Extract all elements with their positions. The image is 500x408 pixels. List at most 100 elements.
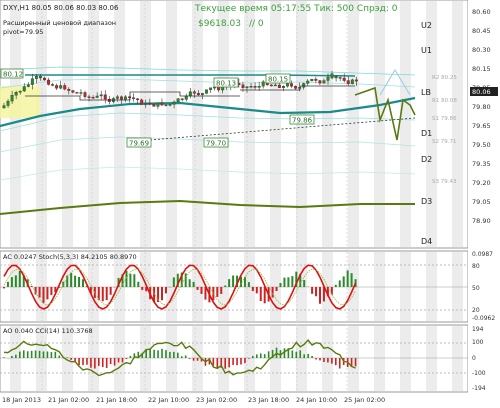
svg-text:80.13: 80.13 — [216, 80, 236, 88]
price-axis-label: 79.65 — [472, 122, 491, 130]
cci-bar — [165, 350, 167, 358]
candle-body — [172, 101, 176, 105]
price-label-box: 79.70 — [203, 137, 229, 148]
ac-bar — [342, 276, 345, 287]
price-axis-label: 79.35 — [472, 160, 491, 168]
session-band — [348, 326, 359, 391]
candle-body — [71, 90, 75, 93]
ac-bar — [78, 276, 81, 287]
session-band — [426, 252, 437, 321]
time-axis-label: 25 Jan 02:00 — [344, 396, 385, 404]
level-s2-price: S2 79.71 — [432, 139, 456, 145]
cci-bar — [338, 358, 341, 369]
session-band — [452, 1, 463, 247]
svg-text:79.69: 79.69 — [129, 140, 149, 148]
cci-bar — [196, 358, 199, 361]
candle-body — [261, 81, 265, 87]
cci-bar — [38, 350, 41, 358]
cci-bar — [291, 350, 294, 358]
trading-chart[interactable]: DXY,H1 80.05 80.06 80.03 80.06 Расширенн… — [0, 0, 500, 408]
price-axis-label: 80.15 — [472, 65, 491, 73]
cci-bar — [109, 358, 112, 365]
cci-bar — [252, 355, 254, 358]
ac-bar — [137, 281, 140, 287]
candle-body — [144, 102, 148, 105]
svg-text:80.12: 80.12 — [3, 71, 23, 79]
cci-bar — [153, 349, 155, 358]
cci-bar — [125, 358, 128, 360]
ac-bar — [164, 287, 167, 294]
ac-bar — [224, 285, 227, 287]
cci-bar — [311, 355, 313, 358]
candle-body — [180, 98, 184, 100]
ac-bar — [319, 287, 321, 304]
ac-bar — [38, 287, 41, 298]
cci-axis-label: -194 — [472, 385, 486, 392]
candle-body — [269, 84, 273, 87]
cci-bar — [244, 358, 246, 364]
ac-bar — [141, 287, 144, 291]
level-lb: LB — [421, 88, 431, 97]
cci-axis-label: 100 — [472, 339, 484, 346]
session-band — [452, 252, 463, 321]
candle-body — [95, 95, 99, 98]
candle-body — [354, 79, 358, 82]
ac-bar — [275, 287, 278, 291]
ac-axis-label: 20 — [472, 307, 480, 314]
cci-bar — [46, 351, 49, 358]
ac-bar — [129, 273, 132, 287]
cci-bar — [117, 358, 120, 363]
candle-body — [124, 96, 127, 100]
ac-bar — [46, 287, 49, 300]
candle-body — [334, 76, 338, 79]
session-band — [296, 326, 307, 391]
price-axis-label: 79.05 — [472, 198, 491, 206]
price-label-box: 79.69 — [126, 137, 152, 148]
cci-bar — [240, 358, 242, 365]
cci-bar — [15, 354, 17, 358]
candle-body — [152, 103, 156, 107]
level-d4: D4 — [421, 237, 432, 246]
price-axis-label: 79.80 — [472, 103, 491, 111]
session-band — [270, 252, 281, 321]
candle-body — [30, 78, 34, 85]
ac-bar — [97, 287, 100, 301]
candle-body — [286, 83, 289, 87]
ac-bar — [216, 287, 219, 297]
candle-body — [34, 76, 38, 79]
time-axis-label: 21 Jan 18:00 — [96, 396, 137, 404]
candle-body — [318, 80, 322, 84]
session-band — [270, 326, 281, 391]
ac-bar — [220, 287, 223, 294]
ac-bar — [6, 281, 9, 287]
candle-body — [310, 78, 314, 82]
ac-bar — [14, 275, 17, 287]
cci-bar — [26, 351, 29, 358]
candle-body — [99, 94, 103, 97]
cci-bar — [184, 355, 187, 358]
session-band — [374, 252, 385, 321]
cci-bar — [327, 358, 329, 363]
price-axis-label: 80.45 — [472, 27, 491, 35]
cci-bar — [66, 357, 68, 358]
ac-bar — [105, 287, 108, 301]
session-band — [192, 1, 203, 247]
candle-body — [350, 79, 354, 84]
symbol-info: DXY,H1 80.05 80.06 80.03 80.06 — [3, 4, 119, 12]
candle-body — [120, 96, 123, 100]
candle-body — [188, 91, 192, 97]
ac-bar — [212, 287, 215, 301]
cci-bar — [295, 351, 298, 358]
candle-body — [39, 75, 42, 79]
candle-body — [314, 78, 318, 81]
session-band — [270, 1, 281, 247]
candle-body — [200, 93, 204, 95]
candle-body — [281, 86, 285, 88]
session-band — [166, 252, 177, 321]
cci-bar — [354, 358, 357, 367]
cci-bar — [50, 352, 53, 358]
level-r1-price: R1 80.08 — [432, 98, 457, 104]
cci-bar — [161, 348, 163, 358]
ac-bar — [228, 279, 231, 287]
session-band — [88, 1, 99, 247]
